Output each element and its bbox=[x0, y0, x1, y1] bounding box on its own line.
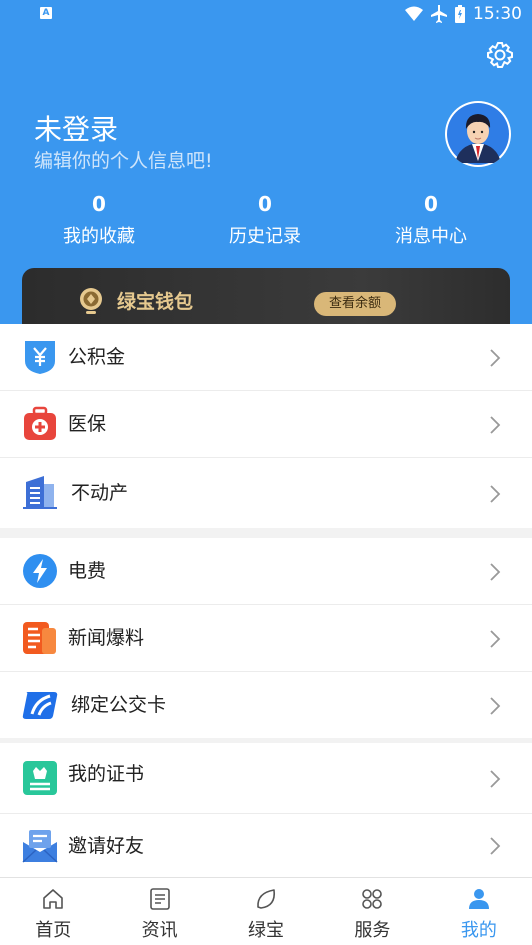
menu-item-label: 新闻爆料 bbox=[68, 627, 145, 649]
menu-item-housing-fund[interactable]: 公积金 bbox=[0, 324, 532, 391]
stat-messages-label: 消息中心 bbox=[395, 226, 467, 247]
tab-label: 资讯 bbox=[141, 920, 178, 941]
lightning-icon bbox=[23, 554, 57, 588]
stat-history-count: 0 bbox=[258, 192, 272, 216]
building-icon bbox=[23, 476, 57, 509]
user-subtitle[interactable]: 编辑你的个人信息吧! bbox=[34, 146, 213, 173]
stat-favorites-count: 0 bbox=[92, 192, 106, 216]
menu-item-my-certificates[interactable]: 我的证书 bbox=[0, 743, 532, 814]
menu-item-medical-insurance[interactable]: 医保 bbox=[0, 391, 532, 458]
leaf-icon bbox=[257, 889, 276, 909]
menu-item-news-tips[interactable]: 新闻爆料 bbox=[0, 605, 532, 672]
chevron-right-icon bbox=[490, 349, 501, 367]
menu-group-1: 公积金 医保 不动产 bbox=[0, 324, 532, 528]
clock: 15:30 bbox=[473, 4, 522, 24]
menu-item-label: 绑定公交卡 bbox=[71, 694, 167, 716]
menu-item-label: 不动产 bbox=[71, 482, 129, 504]
menu-item-label: 邀请好友 bbox=[68, 835, 145, 857]
tab-label: 我的 bbox=[460, 920, 497, 941]
user-name[interactable]: 未登录 bbox=[34, 108, 118, 148]
bottom-tab-bar: 首页 资讯 绿宝 服务 我的 bbox=[0, 877, 532, 945]
invite-mail-icon bbox=[22, 830, 58, 863]
tab-home[interactable]: 首页 bbox=[0, 878, 106, 945]
tab-label: 服务 bbox=[354, 920, 391, 941]
menu-item-label: 公积金 bbox=[68, 346, 126, 368]
gear-icon[interactable] bbox=[485, 40, 515, 70]
tab-services[interactable]: 服务 bbox=[319, 878, 425, 945]
menu-item-electricity[interactable]: 电费 bbox=[0, 538, 532, 605]
wallet-coin-icon bbox=[80, 288, 102, 314]
tab-mine[interactable]: 我的 bbox=[426, 878, 532, 945]
wifi-icon bbox=[405, 6, 423, 21]
home-icon bbox=[43, 889, 64, 909]
chevron-right-icon bbox=[490, 416, 501, 434]
wallet-card[interactable]: 绿宝钱包 查看余额 bbox=[22, 268, 510, 324]
stat-history-label: 历史记录 bbox=[229, 226, 301, 247]
menu-item-bind-bus-card[interactable]: 绑定公交卡 bbox=[0, 672, 532, 738]
stat-favorites-label: 我的收藏 bbox=[63, 226, 135, 247]
medical-kit-icon bbox=[24, 406, 56, 440]
chevron-right-icon bbox=[490, 563, 501, 581]
stat-messages[interactable]: 0 消息中心 bbox=[361, 190, 501, 248]
stat-favorites[interactable]: 0 我的收藏 bbox=[29, 190, 169, 248]
tab-label: 首页 bbox=[35, 920, 72, 941]
tab-news[interactable]: 资讯 bbox=[106, 878, 212, 945]
services-grid-icon bbox=[362, 889, 383, 909]
tab-label: 绿宝 bbox=[248, 920, 285, 941]
profile-header: A 15:30 未登录 编辑你的个人信息吧! 0 我的收藏 0 历史记录 0 消… bbox=[0, 0, 532, 324]
chevron-right-icon bbox=[490, 837, 501, 855]
news-icon bbox=[23, 622, 56, 654]
chevron-right-icon bbox=[490, 485, 501, 503]
user-icon bbox=[468, 889, 489, 909]
menu-item-invite-friends[interactable]: 邀请好友 bbox=[0, 814, 532, 878]
tab-lvbao[interactable]: 绿宝 bbox=[213, 878, 319, 945]
battery-icon bbox=[455, 5, 465, 23]
check-balance-button[interactable]: 查看余额 bbox=[314, 292, 396, 316]
avatar-illustration bbox=[447, 103, 509, 165]
menu-group-3: 我的证书 邀请好友 bbox=[0, 743, 532, 878]
bus-card-icon bbox=[22, 692, 58, 719]
menu-item-label: 医保 bbox=[68, 413, 107, 435]
chevron-right-icon bbox=[490, 770, 501, 788]
stat-messages-count: 0 bbox=[424, 192, 438, 216]
menu-item-label: 我的证书 bbox=[68, 763, 145, 785]
airplane-icon bbox=[431, 5, 447, 23]
avatar[interactable] bbox=[445, 101, 511, 167]
news-list-icon bbox=[149, 888, 170, 910]
wallet-title: 绿宝钱包 bbox=[117, 291, 194, 313]
menu-item-real-estate[interactable]: 不动产 bbox=[0, 458, 532, 528]
status-bar: A 15:30 bbox=[0, 0, 532, 28]
notification-icon: A bbox=[40, 7, 52, 19]
menu-group-2: 电费 新闻爆料 绑定公交卡 bbox=[0, 538, 532, 738]
stat-history[interactable]: 0 历史记录 bbox=[195, 190, 335, 248]
certificate-icon bbox=[23, 761, 57, 795]
chevron-right-icon bbox=[490, 630, 501, 648]
chevron-right-icon bbox=[490, 697, 501, 715]
housing-fund-icon bbox=[25, 341, 55, 374]
menu-item-label: 电费 bbox=[68, 560, 107, 582]
